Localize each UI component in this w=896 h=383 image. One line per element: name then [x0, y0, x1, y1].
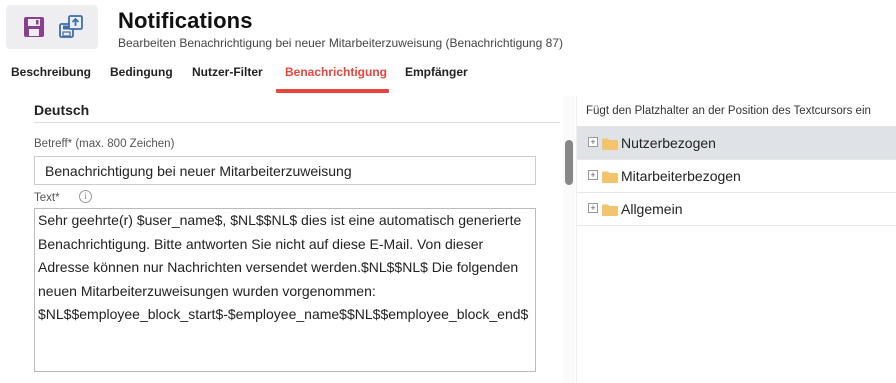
tree-item-mitarbeiterbezogen[interactable]: + Mitarbeiterbezogen	[577, 160, 896, 193]
tab-beschreibung[interactable]: Beschreibung	[11, 58, 91, 94]
tree-item-allgemein[interactable]: + Allgemein	[577, 193, 896, 226]
subject-label: Betreff* (max. 800 Zeichen)	[34, 138, 175, 150]
subject-input[interactable]: Benachrichtigung bei neuer Mitarbeiterzu…	[34, 156, 536, 185]
expand-icon[interactable]: +	[588, 137, 598, 147]
save-as-button[interactable]	[56, 12, 86, 42]
message-text-area[interactable]: Sehr geehrte(r) $user_name$, $NL$$NL$ di…	[34, 208, 536, 372]
editor-panel: Deutsch Betreff* (max. 800 Zeichen) Bena…	[0, 96, 560, 383]
language-section-title: Deutsch	[34, 102, 90, 118]
info-icon[interactable]: i	[79, 190, 92, 203]
tree-item-label: Mitarbeiterbezogen	[621, 168, 741, 184]
save-as-icon	[59, 15, 83, 38]
tree-item-label: Nutzerbezogen	[621, 135, 716, 151]
expand-icon[interactable]: +	[588, 170, 598, 180]
toolbar	[6, 5, 98, 49]
scrollbar-thumb[interactable]	[565, 140, 573, 185]
tab-bedingung[interactable]: Bedingung	[110, 58, 173, 94]
tree-item-label: Allgemein	[621, 201, 683, 217]
save-button[interactable]	[19, 12, 49, 42]
folder-icon	[602, 138, 618, 150]
tab-nutzer-filter[interactable]: Nutzer-Filter	[192, 58, 263, 94]
expand-icon[interactable]: +	[588, 203, 598, 213]
placeholder-panel: Fügt den Platzhalter an der Position des…	[576, 96, 896, 383]
section-divider	[34, 122, 560, 123]
tree-item-nutzerbezogen[interactable]: + Nutzerbezogen	[577, 127, 896, 160]
page-title: Notifications	[118, 8, 253, 33]
tab-empfaenger[interactable]: Empfänger	[405, 58, 468, 94]
folder-icon	[602, 204, 618, 216]
text-label: Text*	[34, 192, 60, 204]
save-icon	[24, 17, 44, 37]
header: Notifications Bearbeiten Benachrichtigun…	[0, 0, 896, 56]
tab-bar: Beschreibung Bedingung Nutzer-Filter Ben…	[0, 58, 896, 94]
active-tab-indicator	[276, 89, 389, 93]
folder-icon	[602, 171, 618, 183]
placeholder-hint: Fügt den Platzhalter an der Position des…	[586, 105, 871, 117]
page-subtitle: Bearbeiten Benachrichtigung bei neuer Mi…	[118, 36, 563, 50]
